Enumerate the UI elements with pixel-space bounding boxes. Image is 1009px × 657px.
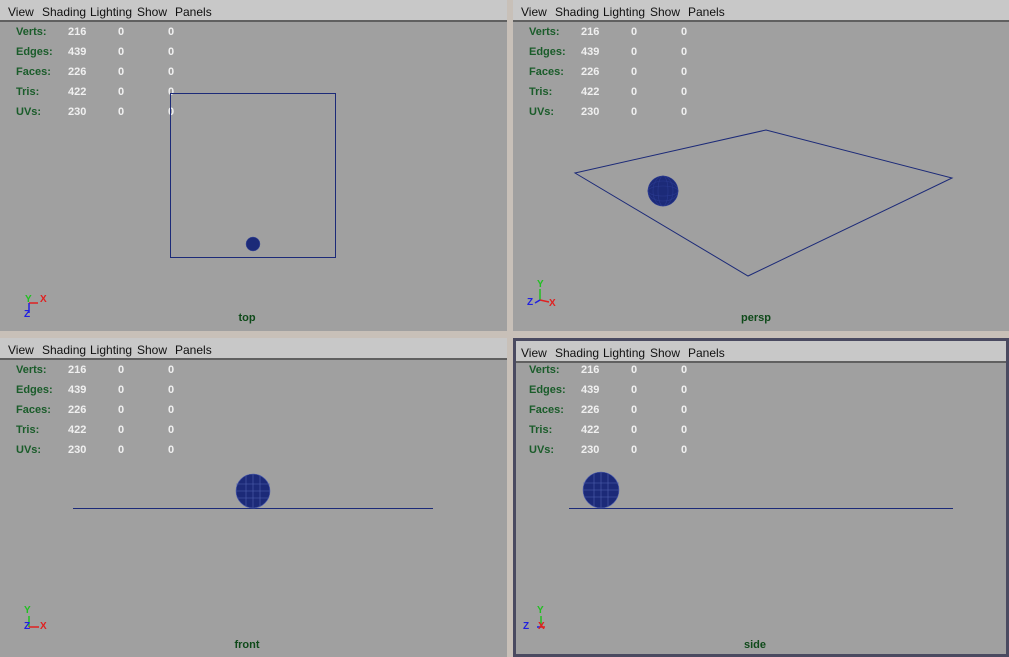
camera-label: top xyxy=(238,312,256,324)
camera-label: side xyxy=(743,639,767,651)
axis-label-z: Z xyxy=(24,309,31,320)
sphere-wireframe xyxy=(235,473,271,509)
sphere-wireframe xyxy=(582,471,620,509)
axis-label-y: Y xyxy=(24,605,31,616)
axis-label-z: Z xyxy=(523,621,530,632)
axis-label-x: X xyxy=(40,621,47,632)
scene-top xyxy=(28,93,336,313)
viewport-front[interactable]: View Shading Lighting Show Panels Verts:… xyxy=(0,338,507,657)
axis-label-x: X xyxy=(538,621,545,632)
axis-label-z: Z xyxy=(527,297,534,308)
scene-persp xyxy=(534,129,954,304)
axis-label-z: Z xyxy=(24,621,31,632)
scene-side xyxy=(537,471,953,628)
scene-front xyxy=(28,473,433,628)
sphere-wireframe xyxy=(647,175,679,207)
axis-label-y: Y xyxy=(25,294,32,305)
camera-label: persp xyxy=(741,312,771,324)
camera-label: front xyxy=(234,639,260,651)
axis-gizmo xyxy=(534,289,550,304)
axis-label-x: X xyxy=(40,294,47,305)
viewport-top[interactable]: View Shading Lighting Show Panels Verts:… xyxy=(0,0,507,331)
axis-label-y: Y xyxy=(537,279,544,290)
axis-label-y: Y xyxy=(537,605,544,616)
axis-label-x: X xyxy=(549,298,556,309)
sphere-wireframe xyxy=(245,236,261,252)
viewport-side[interactable]: View Shading Lighting Show Panels Verts:… xyxy=(513,338,1009,657)
axis-gizmo xyxy=(28,616,39,628)
viewport-persp[interactable]: View Shading Lighting Show Panels Verts:… xyxy=(513,0,1009,331)
ground-plane xyxy=(573,129,954,277)
ground-plane xyxy=(170,93,336,258)
